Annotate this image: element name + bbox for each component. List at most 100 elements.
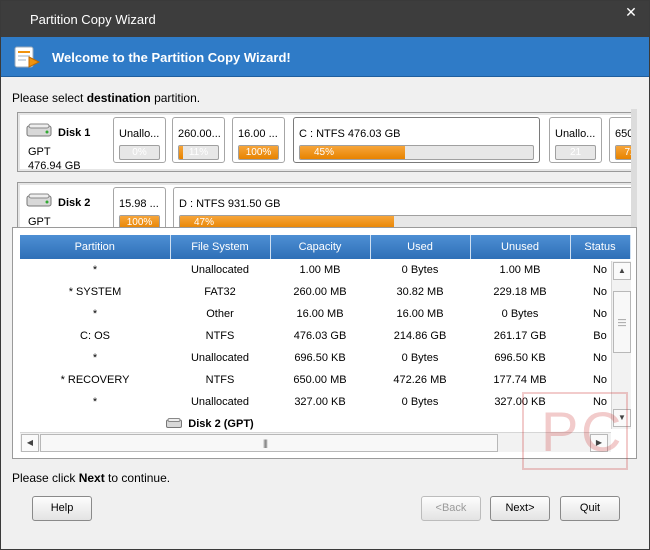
- cell-filesystem: Unallocated: [190, 264, 250, 276]
- continue-prompt: Please click Next to continue.: [12, 471, 170, 485]
- cell-filesystem: NTFS: [205, 330, 235, 342]
- usage-percent: 100%: [126, 217, 153, 227]
- column-header[interactable]: Partition: [20, 235, 171, 259]
- scroll-up-arrow-icon[interactable]: ▲: [613, 262, 631, 280]
- cell-capacity: 260.00 MB: [293, 286, 347, 298]
- window-title: Partition Copy Wizard: [30, 12, 156, 27]
- disk-2-row: Disk 2 GPT 15.98 ... 100% D : NTFS 931.5…: [17, 182, 637, 227]
- disk-type: GPT: [28, 216, 51, 227]
- table-row[interactable]: * Unallocated 327.00 KB 0 Bytes 327.00 K…: [20, 391, 630, 413]
- cell-partition: *: [92, 352, 98, 364]
- cell-capacity: 327.00 KB: [294, 396, 346, 408]
- partition-label: 15.98 ...: [119, 198, 159, 210]
- hard-disk-icon: [166, 418, 183, 428]
- cell-used: 30.82 MB: [396, 286, 444, 298]
- footer-bold: Next: [78, 471, 105, 485]
- cell-partition: * SYSTEM: [68, 286, 122, 298]
- partition-label: Unallo...: [119, 128, 160, 140]
- disk-name: Disk 2: [58, 197, 91, 209]
- cell-used: 214.86 GB: [393, 330, 447, 342]
- help-button[interactable]: Help: [32, 496, 92, 521]
- partition-cell[interactable]: 260.00... 11%: [172, 117, 225, 163]
- column-header[interactable]: Status: [570, 235, 631, 259]
- partition-cell-d[interactable]: D : NTFS 931.50 GB 47%: [173, 187, 637, 227]
- cell-capacity: 16.00 MB: [296, 308, 344, 320]
- usage-bar: 0%: [119, 145, 160, 160]
- cell-unused: 229.18 MB: [493, 286, 547, 298]
- partition-cell[interactable]: 15.98 ... 100%: [113, 187, 166, 227]
- cell-filesystem: NTFS: [205, 374, 235, 386]
- cell-filesystem: FAT32: [204, 286, 236, 298]
- quit-button[interactable]: Quit: [560, 496, 620, 521]
- table-row[interactable]: * RECOVERY NTFS 650.00 MB 472.26 MB 177.…: [20, 369, 630, 391]
- back-button[interactable]: <Back: [421, 496, 481, 521]
- cell-filesystem: Other: [206, 308, 234, 320]
- partition-label: Unallo...: [555, 128, 596, 140]
- cell-unused: 696.50 KB: [494, 352, 546, 364]
- select-prompt: Please select destination partition.: [12, 91, 200, 105]
- disk-1-row: Disk 1 GPT 476.94 GB Unallo... 0% 260.00…: [17, 112, 637, 172]
- cell-unused: 261.17 GB: [493, 330, 547, 342]
- table-row[interactable]: C: OS NTFS 476.03 GB 214.86 GB 261.17 GB…: [20, 325, 630, 347]
- cell-partition: *: [92, 308, 98, 320]
- disk-map-scrollbar[interactable]: [631, 109, 637, 227]
- disk-type: GPT: [28, 146, 51, 158]
- partition-cell[interactable]: 16.00 ... 100%: [232, 117, 285, 163]
- partition-cell[interactable]: Unallo... 21: [549, 117, 602, 163]
- column-header[interactable]: File System: [170, 235, 271, 259]
- footer-prefix: Please click: [12, 471, 79, 485]
- table-row[interactable]: * Unallocated 696.50 KB 0 Bytes 696.50 K…: [20, 347, 630, 369]
- cell-capacity: 1.00 MB: [299, 264, 341, 276]
- cell-used: 0 Bytes: [401, 352, 439, 364]
- usage-bar: 21: [555, 145, 596, 160]
- vertical-scrollbar[interactable]: ▲ — — — ▼: [611, 261, 631, 429]
- wizard-icon: [14, 46, 41, 68]
- cell-partition: C: OS: [80, 330, 110, 342]
- column-header[interactable]: Used: [370, 235, 471, 259]
- table-row[interactable]: * SYSTEM FAT32 260.00 MB 30.82 MB 229.18…: [20, 281, 630, 303]
- usage-percent: 11%: [188, 147, 209, 158]
- cell-unused: 1.00 MB: [499, 264, 541, 276]
- partition-list: Partition File System Capacity Used Unus…: [12, 227, 637, 459]
- cell-used: 16.00 MB: [396, 308, 444, 320]
- cell-partition: *: [92, 396, 98, 408]
- hard-disk-icon: [26, 193, 52, 207]
- scroll-thumb[interactable]: — — —: [613, 291, 631, 353]
- cell-capacity: 696.50 KB: [294, 352, 346, 364]
- cell-filesystem: Unallocated: [190, 352, 250, 364]
- column-header[interactable]: Unused: [470, 235, 571, 259]
- column-header[interactable]: Capacity: [270, 235, 371, 259]
- grip-icon: |||: [263, 438, 268, 448]
- title-bar: Partition Copy Wizard ✕: [1, 1, 649, 37]
- prompt-bold: destination: [86, 91, 151, 105]
- prompt-suffix: partition.: [150, 91, 201, 105]
- partition-label: C : NTFS 476.03 GB: [299, 128, 401, 140]
- prompt-prefix: Please select: [12, 91, 87, 105]
- usage-percent: 100%: [245, 147, 272, 158]
- cell-used: 0 Bytes: [401, 264, 439, 276]
- hscroll-thumb[interactable]: |||: [40, 434, 498, 452]
- table-row[interactable]: * Other 16.00 MB 16.00 MB 0 Bytes No: [20, 303, 630, 325]
- horizontal-scrollbar[interactable]: ◀ ||| ▶: [20, 432, 611, 452]
- next-button[interactable]: Next>: [490, 496, 550, 521]
- wizard-banner: Welcome to the Partition Copy Wizard!: [1, 37, 649, 77]
- cell-filesystem: Unallocated: [190, 396, 250, 408]
- usage-percent: 47%: [194, 217, 215, 227]
- disk-1-info: Disk 1 GPT 476.94 GB: [24, 120, 112, 172]
- usage-percent: 21: [569, 147, 582, 158]
- table-row[interactable]: * Unallocated 1.00 MB 0 Bytes 1.00 MB No: [20, 259, 630, 281]
- cell-partition: * RECOVERY: [60, 374, 130, 386]
- scroll-right-arrow-icon[interactable]: ▶: [590, 434, 608, 452]
- disk-name: Disk 1: [58, 127, 91, 139]
- partition-cell[interactable]: Unallo... 0%: [113, 117, 166, 163]
- disk-2-info: Disk 2 GPT: [24, 190, 112, 227]
- scroll-left-arrow-icon[interactable]: ◀: [21, 434, 39, 452]
- partition-cell-c[interactable]: C : NTFS 476.03 GB 45%: [293, 117, 540, 163]
- scroll-down-arrow-icon[interactable]: ▼: [613, 409, 631, 427]
- partition-table: Partition File System Capacity Used Unus…: [20, 235, 631, 435]
- partition-label: D : NTFS 931.50 GB: [179, 198, 281, 210]
- close-icon[interactable]: ✕: [621, 3, 641, 21]
- usage-percent: 0%: [132, 147, 147, 158]
- usage-bar: 100%: [238, 145, 279, 160]
- cell-used: 0 Bytes: [401, 396, 439, 408]
